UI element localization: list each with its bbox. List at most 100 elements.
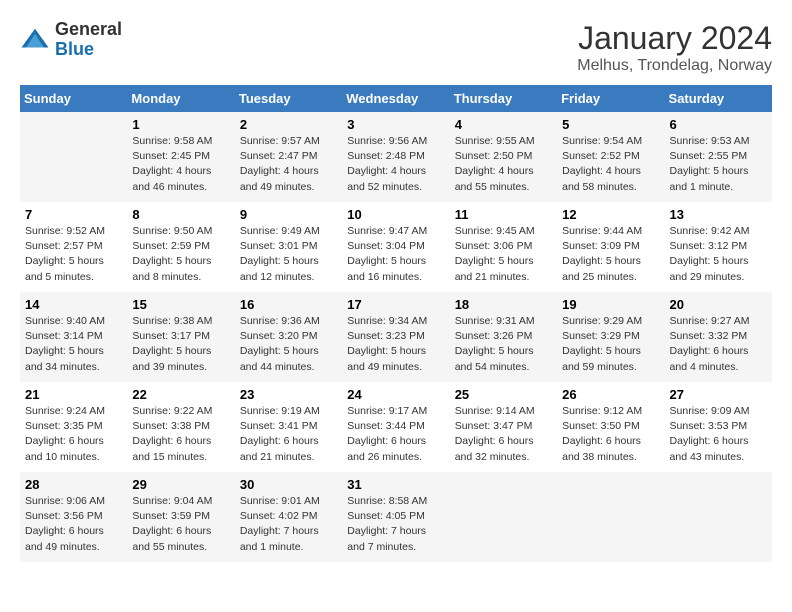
week-row-3: 14 Sunrise: 9:40 AM Sunset: 3:14 PM Dayli…	[20, 292, 772, 382]
day-info: Sunrise: 9:01 AM Sunset: 4:02 PM Dayligh…	[240, 494, 337, 555]
cell-w1-d5: 12 Sunrise: 9:44 AM Sunset: 3:09 PM Dayli…	[557, 202, 664, 292]
day-info: Sunrise: 9:58 AM Sunset: 2:45 PM Dayligh…	[132, 134, 229, 195]
day-number: 29	[132, 477, 229, 492]
day-info: Sunrise: 9:47 AM Sunset: 3:04 PM Dayligh…	[347, 224, 444, 285]
day-number: 22	[132, 387, 229, 402]
cell-w3-d4: 25 Sunrise: 9:14 AM Sunset: 3:47 PM Dayli…	[450, 382, 557, 472]
day-info: Sunrise: 9:31 AM Sunset: 3:26 PM Dayligh…	[455, 314, 552, 375]
day-number: 24	[347, 387, 444, 402]
week-row-1: 1Sunrise: 9:58 AM Sunset: 2:45 PM Daylig…	[20, 112, 772, 202]
day-number: 8	[132, 207, 229, 222]
header-friday: Friday	[557, 85, 664, 112]
week-row-2: 7Sunrise: 9:52 AM Sunset: 2:57 PM Daylig…	[20, 202, 772, 292]
day-number: 2	[240, 117, 337, 132]
day-number: 31	[347, 477, 444, 492]
header-monday: Monday	[127, 85, 234, 112]
day-info: Sunrise: 9:12 AM Sunset: 3:50 PM Dayligh…	[562, 404, 659, 465]
day-number: 25	[455, 387, 552, 402]
cell-w3-d5: 26Sunrise: 9:12 AM Sunset: 3:50 PM Dayli…	[557, 382, 664, 472]
header-thursday: Thursday	[450, 85, 557, 112]
day-number: 9	[240, 207, 337, 222]
day-number: 21	[25, 387, 122, 402]
day-info: Sunrise: 9:57 AM Sunset: 2:47 PM Dayligh…	[240, 134, 337, 195]
cell-w1-d6: 13 Sunrise: 9:42 AM Sunset: 3:12 PM Dayli…	[665, 202, 772, 292]
cell-w0-d2: 2 Sunrise: 9:57 AM Sunset: 2:47 PM Daylig…	[235, 112, 342, 202]
day-number: 18	[455, 297, 552, 312]
day-number: 4	[455, 117, 552, 132]
day-number: 28	[25, 477, 122, 492]
header-wednesday: Wednesday	[342, 85, 449, 112]
cell-w0-d0	[20, 112, 127, 202]
day-info: Sunrise: 9:44 AM Sunset: 3:09 PM Dayligh…	[562, 224, 659, 285]
cell-w0-d3: 3 Sunrise: 9:56 AM Sunset: 2:48 PM Daylig…	[342, 112, 449, 202]
day-info: Sunrise: 9:49 AM Sunset: 3:01 PM Dayligh…	[240, 224, 337, 285]
cell-w0-d5: 5Sunrise: 9:54 AM Sunset: 2:52 PM Daylig…	[557, 112, 664, 202]
month-title: January 2024	[577, 20, 772, 57]
page-header: General Blue January 2024 Melhus, Tronde…	[20, 20, 772, 75]
calendar-body: 1Sunrise: 9:58 AM Sunset: 2:45 PM Daylig…	[20, 112, 772, 562]
day-info: Sunrise: 8:58 AM Sunset: 4:05 PM Dayligh…	[347, 494, 444, 555]
day-info: Sunrise: 9:45 AM Sunset: 3:06 PM Dayligh…	[455, 224, 552, 285]
day-info: Sunrise: 9:54 AM Sunset: 2:52 PM Dayligh…	[562, 134, 659, 195]
day-info: Sunrise: 9:19 AM Sunset: 3:41 PM Dayligh…	[240, 404, 337, 465]
calendar-table: Sunday Monday Tuesday Wednesday Thursday…	[20, 85, 772, 562]
day-number: 16	[240, 297, 337, 312]
cell-w0-d4: 4 Sunrise: 9:55 AM Sunset: 2:50 PM Daylig…	[450, 112, 557, 202]
cell-w3-d6: 27Sunrise: 9:09 AM Sunset: 3:53 PM Dayli…	[665, 382, 772, 472]
day-info: Sunrise: 9:17 AM Sunset: 3:44 PM Dayligh…	[347, 404, 444, 465]
week-row-5: 28 Sunrise: 9:06 AM Sunset: 3:56 PM Dayli…	[20, 472, 772, 562]
day-info: Sunrise: 9:27 AM Sunset: 3:32 PM Dayligh…	[670, 314, 767, 375]
logo-general: General	[55, 20, 122, 40]
calendar-header: Sunday Monday Tuesday Wednesday Thursday…	[20, 85, 772, 112]
day-info: Sunrise: 9:06 AM Sunset: 3:56 PM Dayligh…	[25, 494, 122, 555]
day-number: 14	[25, 297, 122, 312]
day-info: Sunrise: 9:22 AM Sunset: 3:38 PM Dayligh…	[132, 404, 229, 465]
cell-w4-d1: 29Sunrise: 9:04 AM Sunset: 3:59 PM Dayli…	[127, 472, 234, 562]
day-number: 13	[670, 207, 767, 222]
cell-w0-d1: 1Sunrise: 9:58 AM Sunset: 2:45 PM Daylig…	[127, 112, 234, 202]
cell-w3-d1: 22 Sunrise: 9:22 AM Sunset: 3:38 PM Dayli…	[127, 382, 234, 472]
day-number: 6	[670, 117, 767, 132]
day-number: 3	[347, 117, 444, 132]
cell-w3-d2: 23 Sunrise: 9:19 AM Sunset: 3:41 PM Dayli…	[235, 382, 342, 472]
cell-w0-d6: 6 Sunrise: 9:53 AM Sunset: 2:55 PM Daylig…	[665, 112, 772, 202]
day-info: Sunrise: 9:40 AM Sunset: 3:14 PM Dayligh…	[25, 314, 122, 375]
day-number: 10	[347, 207, 444, 222]
cell-w2-d2: 16 Sunrise: 9:36 AM Sunset: 3:20 PM Dayli…	[235, 292, 342, 382]
day-info: Sunrise: 9:29 AM Sunset: 3:29 PM Dayligh…	[562, 314, 659, 375]
cell-w1-d1: 8 Sunrise: 9:50 AM Sunset: 2:59 PM Daylig…	[127, 202, 234, 292]
day-info: Sunrise: 9:53 AM Sunset: 2:55 PM Dayligh…	[670, 134, 767, 195]
cell-w2-d6: 20 Sunrise: 9:27 AM Sunset: 3:32 PM Dayli…	[665, 292, 772, 382]
day-number: 17	[347, 297, 444, 312]
day-info: Sunrise: 9:55 AM Sunset: 2:50 PM Dayligh…	[455, 134, 552, 195]
cell-w1-d0: 7Sunrise: 9:52 AM Sunset: 2:57 PM Daylig…	[20, 202, 127, 292]
week-row-4: 21 Sunrise: 9:24 AM Sunset: 3:35 PM Dayli…	[20, 382, 772, 472]
cell-w2-d5: 19Sunrise: 9:29 AM Sunset: 3:29 PM Dayli…	[557, 292, 664, 382]
day-number: 30	[240, 477, 337, 492]
day-number: 7	[25, 207, 122, 222]
cell-w4-d2: 30 Sunrise: 9:01 AM Sunset: 4:02 PM Dayli…	[235, 472, 342, 562]
day-info: Sunrise: 9:56 AM Sunset: 2:48 PM Dayligh…	[347, 134, 444, 195]
day-info: Sunrise: 9:14 AM Sunset: 3:47 PM Dayligh…	[455, 404, 552, 465]
logo-text: General Blue	[55, 20, 122, 60]
day-number: 12	[562, 207, 659, 222]
cell-w2-d1: 15Sunrise: 9:38 AM Sunset: 3:17 PM Dayli…	[127, 292, 234, 382]
day-info: Sunrise: 9:24 AM Sunset: 3:35 PM Dayligh…	[25, 404, 122, 465]
day-info: Sunrise: 9:36 AM Sunset: 3:20 PM Dayligh…	[240, 314, 337, 375]
cell-w4-d3: 31 Sunrise: 8:58 AM Sunset: 4:05 PM Dayli…	[342, 472, 449, 562]
logo: General Blue	[20, 20, 122, 60]
cell-w1-d4: 11Sunrise: 9:45 AM Sunset: 3:06 PM Dayli…	[450, 202, 557, 292]
day-number: 23	[240, 387, 337, 402]
day-number: 20	[670, 297, 767, 312]
day-info: Sunrise: 9:42 AM Sunset: 3:12 PM Dayligh…	[670, 224, 767, 285]
cell-w1-d2: 9 Sunrise: 9:49 AM Sunset: 3:01 PM Daylig…	[235, 202, 342, 292]
location-title: Melhus, Trondelag, Norway	[577, 57, 772, 75]
cell-w4-d6	[665, 472, 772, 562]
cell-w1-d3: 10 Sunrise: 9:47 AM Sunset: 3:04 PM Dayli…	[342, 202, 449, 292]
header-row: Sunday Monday Tuesday Wednesday Thursday…	[20, 85, 772, 112]
day-number: 27	[670, 387, 767, 402]
day-info: Sunrise: 9:38 AM Sunset: 3:17 PM Dayligh…	[132, 314, 229, 375]
logo-icon	[20, 25, 50, 55]
day-info: Sunrise: 9:50 AM Sunset: 2:59 PM Dayligh…	[132, 224, 229, 285]
cell-w4-d0: 28 Sunrise: 9:06 AM Sunset: 3:56 PM Dayli…	[20, 472, 127, 562]
